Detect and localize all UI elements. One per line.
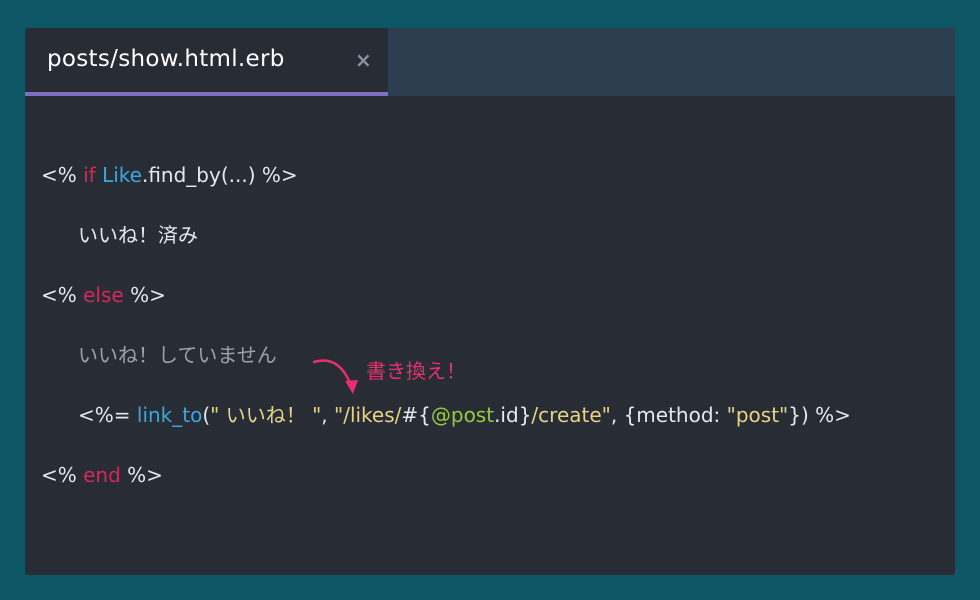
find-by-call: .find_by(...) %> [141, 163, 298, 187]
keyword-end: end [83, 463, 121, 487]
interp-close: } [518, 403, 532, 427]
code-editor: posts/show.html.erb × <% if Like.find_by… [25, 28, 955, 575]
curved-arrow-icon [312, 359, 358, 394]
erb-open-tag: <% [41, 463, 84, 487]
erb-open-tag: <% [41, 163, 84, 187]
class-like: Like [102, 163, 142, 187]
string-like-label: " いいね！ " [210, 403, 322, 427]
annotation-label: 書き換え！ [366, 359, 466, 383]
code-line-6: <% end %> [41, 460, 163, 490]
close-icon[interactable]: × [355, 48, 372, 72]
link-to-fn: link_to [136, 403, 203, 427]
dot-id: .id [494, 403, 519, 427]
not-liked-text: いいね！していません [78, 343, 277, 367]
string-post: "post" [726, 403, 789, 427]
comma: , [321, 403, 334, 427]
keyword-else: else [83, 283, 124, 307]
erb-open-tag: <% [41, 283, 84, 307]
liked-text: いいね！済み [78, 223, 198, 247]
comma: , [610, 403, 624, 427]
code-line-3: <% else %> [41, 280, 166, 310]
erb-close-tag: }) %> [788, 403, 851, 427]
keyword-if: if [83, 163, 96, 187]
code-line-5: <%= link_to(" いいね！ ", "/likes/#{@post.id… [78, 400, 851, 430]
code-line-1: <% if Like.find_by(...) %> [41, 160, 298, 190]
tab-posts-show[interactable]: posts/show.html.erb × [25, 28, 388, 96]
ivar-post: @post [430, 403, 495, 427]
code-line-2: いいね！済み [78, 220, 198, 250]
hash-open: {method: [623, 403, 727, 427]
erb-output-tag: <%= [78, 403, 137, 427]
code-line-4: いいね！していません [78, 340, 277, 370]
interp-open: #{ [401, 403, 431, 427]
erb-close-tag: %> [123, 283, 166, 307]
tab-title: posts/show.html.erb [47, 46, 285, 72]
tab-bar: posts/show.html.erb × [25, 28, 955, 96]
erb-close-tag: %> [120, 463, 163, 487]
string-path-end: /create" [531, 403, 611, 427]
string-path-start: "/likes/ [334, 403, 402, 427]
paren-open: ( [202, 403, 211, 427]
